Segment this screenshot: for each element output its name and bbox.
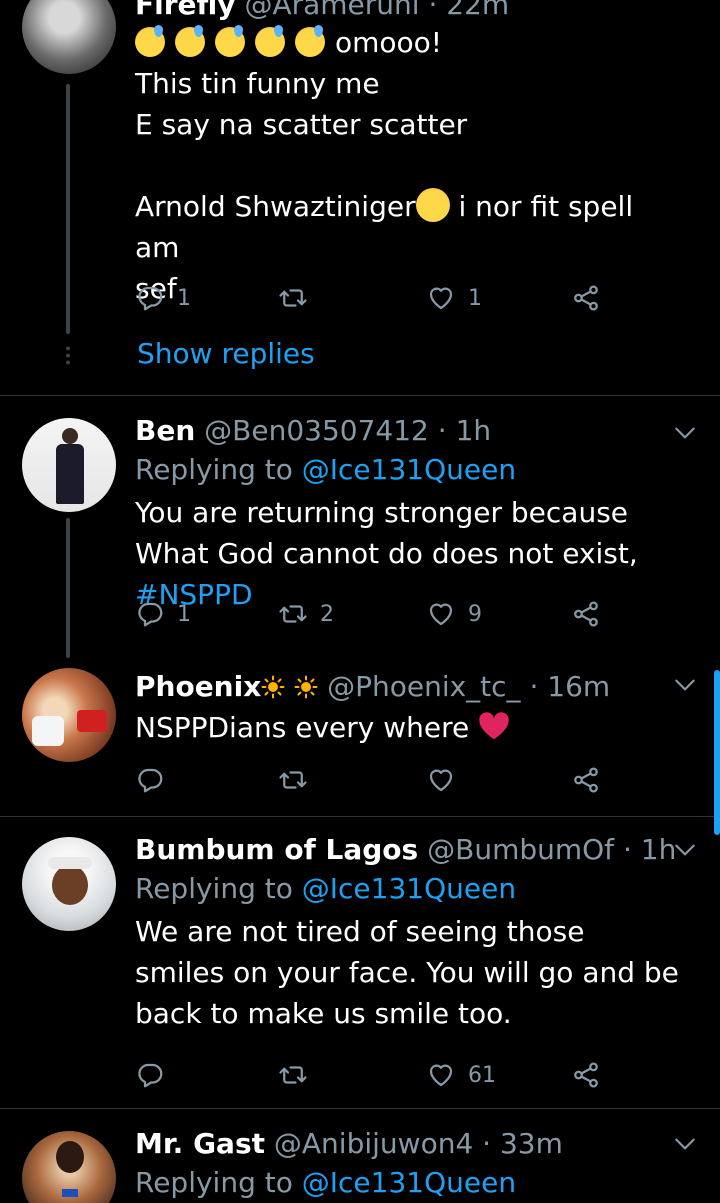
replying-to: Replying to @Ice131Queen <box>135 1166 517 1199</box>
tweet-text: NSPPDians every where <box>135 707 680 748</box>
mention-link[interactable]: @Ice131Queen <box>302 1166 516 1199</box>
replying-to: Replying to @Ice131Queen <box>135 453 517 486</box>
like-icon <box>426 765 456 795</box>
tweet-actions: 1 1 <box>135 278 615 318</box>
like-button[interactable]: 1 <box>426 278 482 318</box>
tweet-bumbum[interactable]: Bumbum of Lagos @BumbumOf · 1h Replying … <box>0 817 720 1107</box>
reply-button[interactable]: 1 <box>135 278 191 318</box>
sweat-smile-emoji-icon <box>255 25 285 57</box>
tweet-actions: 1 2 9 <box>135 594 615 634</box>
tweet-text: omooo! This tin funny me E say na scatte… <box>135 25 634 305</box>
retweet-icon <box>278 765 308 795</box>
like-icon <box>426 283 456 313</box>
sweat-smile-emoji-icon <box>295 25 325 57</box>
tweet-header: Mr. Gast @Anibijuwon4 · 33m <box>135 1127 563 1160</box>
tweet-header: Bumbum of Lagos @BumbumOf · 1h <box>135 833 677 866</box>
reply-icon <box>135 765 165 795</box>
tweet-mr-gast[interactable]: Mr. Gast @Anibijuwon4 · 33m Replying to … <box>0 1109 720 1203</box>
timestamp[interactable]: 16m <box>547 670 610 703</box>
share-icon <box>571 283 601 313</box>
retweet-button[interactable] <box>278 278 320 318</box>
sun-emoji-icon <box>261 675 285 699</box>
reply-icon <box>135 1060 165 1090</box>
like-icon <box>426 599 456 629</box>
crying-emoji-icon <box>415 188 450 222</box>
tweet-firefly[interactable]: Firefly @Arameruni · 22m omooo! This tin… <box>0 0 720 395</box>
sweat-smile-emoji-icon <box>175 25 205 57</box>
retweet-icon <box>278 283 308 313</box>
like-button[interactable]: 9 <box>426 594 482 634</box>
reply-icon <box>135 599 165 629</box>
display-name[interactable]: Firefly <box>135 0 236 21</box>
red-heart-emoji-icon <box>479 712 509 740</box>
sweat-smile-emoji-icon <box>215 25 245 57</box>
sweat-smile-emoji-icon <box>135 25 165 57</box>
like-button[interactable] <box>426 760 468 800</box>
avatar[interactable] <box>22 418 116 512</box>
tweet-header: Firefly @Arameruni · 22m <box>135 0 680 24</box>
timestamp[interactable]: 1h <box>641 833 677 866</box>
reply-icon <box>135 283 165 313</box>
share-icon <box>571 599 601 629</box>
handle[interactable]: @Phoenix_tc_ <box>327 670 520 703</box>
tweet-actions: 61 <box>135 1055 615 1095</box>
share-icon <box>571 1060 601 1090</box>
reply-button[interactable] <box>135 1055 177 1095</box>
tweet-header: Phoenix @Phoenix_tc_ · 16m <box>135 670 611 703</box>
display-name[interactable]: Ben <box>135 414 195 447</box>
avatar[interactable] <box>22 837 116 931</box>
avatar[interactable] <box>22 1131 116 1203</box>
tweet-phoenix[interactable]: Phoenix @Phoenix_tc_ · 16m NSPPDians eve… <box>0 658 720 816</box>
handle[interactable]: @Anibijuwon4 <box>274 1127 473 1160</box>
reply-button[interactable] <box>135 760 177 800</box>
avatar[interactable] <box>22 0 116 74</box>
sun-emoji-icon <box>294 675 318 699</box>
mention-link[interactable]: @Ice131Queen <box>302 453 516 486</box>
share-button[interactable] <box>571 760 601 800</box>
retweet-button[interactable]: 2 <box>278 594 334 634</box>
mention-link[interactable]: @Ice131Queen <box>302 872 516 905</box>
tweet-ben[interactable]: Ben @Ben03507412 · 1h Replying to @Ice13… <box>0 396 720 658</box>
avatar[interactable] <box>22 668 116 762</box>
like-icon <box>426 1060 456 1090</box>
display-name[interactable]: Bumbum of Lagos <box>135 833 418 866</box>
share-button[interactable] <box>571 278 601 318</box>
thread-line <box>66 84 70 334</box>
timestamp[interactable]: 33m <box>500 1127 563 1160</box>
show-replies-link[interactable]: Show replies <box>137 337 315 370</box>
thread-line <box>66 518 70 658</box>
timestamp[interactable]: 1h <box>456 414 492 447</box>
thread-dots <box>65 345 71 365</box>
tweet-header: Ben @Ben03507412 · 1h <box>135 414 492 447</box>
handle[interactable]: @Ben03507412 <box>204 414 429 447</box>
retweet-icon <box>278 599 308 629</box>
display-name[interactable]: Mr. Gast <box>135 1127 265 1160</box>
reply-button[interactable]: 1 <box>135 594 191 634</box>
display-name[interactable]: Phoenix <box>135 670 261 703</box>
share-button[interactable] <box>571 594 601 634</box>
scrollbar[interactable] <box>714 670 720 835</box>
share-icon <box>571 765 601 795</box>
retweet-icon <box>278 1060 308 1090</box>
like-button[interactable]: 61 <box>426 1055 496 1095</box>
timestamp[interactable]: 22m <box>446 0 509 21</box>
tweet-actions <box>135 760 615 800</box>
handle[interactable]: @Arameruni <box>244 0 419 21</box>
handle[interactable]: @BumbumOf <box>427 833 614 866</box>
tweet-text: We are not tired of seeing those smiles … <box>135 915 688 1030</box>
share-button[interactable] <box>571 1055 601 1095</box>
retweet-button[interactable] <box>278 1055 320 1095</box>
retweet-button[interactable] <box>278 760 320 800</box>
replying-to: Replying to @Ice131Queen <box>135 872 517 905</box>
